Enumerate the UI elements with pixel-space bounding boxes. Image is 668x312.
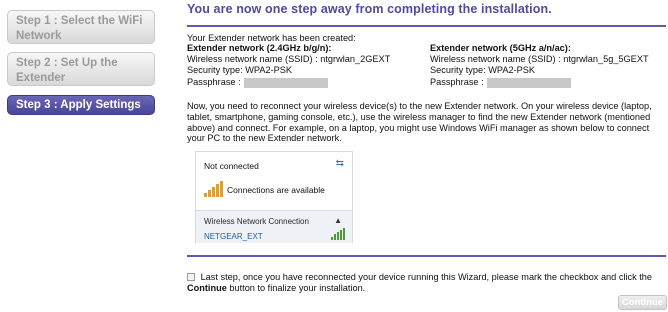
wifi-section-title: Wireless Network Connection (204, 217, 309, 226)
network-24-title: Extender network (2.4GHz b/g/n): (187, 43, 332, 53)
wifi-status-text: Not connected (204, 161, 259, 171)
ssid-label: Wireless network name (SSID) : (187, 54, 318, 64)
reconnected-checkbox[interactable] (187, 273, 195, 281)
network-created-text: Your Extender network has been created: (187, 33, 356, 43)
network-24-ssid: ntgrwlan_2GEXT (320, 54, 391, 64)
last-step-continue-word: Continue (187, 282, 227, 293)
main-content: You are now one step away from completin… (187, 0, 668, 312)
ssid-label: Wireless network name (SSID) : (430, 54, 561, 64)
refresh-icon: ⇆ (335, 158, 344, 169)
network-24-passphrase-row: Passphrase : (187, 77, 328, 88)
last-step-text-end: button to finalize your installation. (229, 282, 366, 293)
network-signal-icon (331, 228, 345, 240)
step-1-select-wifi[interactable]: Step 1 : Select the WiFi Network (7, 10, 155, 44)
security-label: Security type: (430, 65, 486, 75)
signal-bars-icon (204, 181, 224, 197)
passphrase-redacted (243, 77, 328, 88)
network-24-security: WPA2-PSK (245, 65, 293, 75)
step-3-apply-settings[interactable]: Step 3 : Apply Settings (7, 95, 155, 115)
wifi-network-name: NETGEAR_EXT (204, 232, 263, 241)
last-step-text: Last step, once you have reconnected you… (200, 272, 653, 282)
page-heading: You are now one step away from completin… (187, 2, 552, 16)
security-label: Security type: (187, 65, 243, 75)
wizard-sidebar: Step 1 : Select the WiFi Network Step 2 … (0, 0, 163, 312)
network-5-ssid: ntgrwlan_5g_5GEXT (563, 54, 649, 64)
passphrase-redacted (486, 77, 571, 88)
wifi-available-text: Connections are available (227, 185, 325, 195)
network-24-security-row: Security type: WPA2-PSK (187, 65, 292, 76)
network-5-passphrase-row: Passphrase : (430, 77, 571, 88)
network-24-ssid-row: Wireless network name (SSID) : ntgrwlan_… (187, 54, 390, 65)
wifi-popup-top: Not connected ⇆ Connections are availabl… (196, 152, 352, 210)
wifi-popup-list: Wireless Network Connection ▲ NETGEAR_EX… (196, 210, 352, 243)
bottom-divider (187, 255, 666, 257)
last-step-row: Last step, once you have reconnected you… (187, 272, 665, 294)
step-2-set-up-extender[interactable]: Step 2 : Set Up the Extender (7, 52, 155, 86)
continue-button[interactable]: Continue (618, 295, 667, 310)
network-5-security: WPA2-PSK (488, 65, 536, 75)
chevron-up-icon: ▲ (334, 216, 342, 225)
reconnect-instructions: Now, you need to reconnect your wireless… (187, 101, 652, 144)
network-5-title: Extender network (5GHz a/n/ac): (430, 43, 571, 53)
network-5-security-row: Security type: WPA2-PSK (430, 65, 535, 76)
network-5-ssid-row: Wireless network name (SSID) : ntgrwlan_… (430, 54, 649, 65)
top-divider (187, 25, 666, 27)
windows-wifi-popup-image: Not connected ⇆ Connections are availabl… (195, 151, 353, 243)
passphrase-label: Passphrase : (430, 77, 484, 87)
passphrase-label: Passphrase : (187, 77, 241, 87)
